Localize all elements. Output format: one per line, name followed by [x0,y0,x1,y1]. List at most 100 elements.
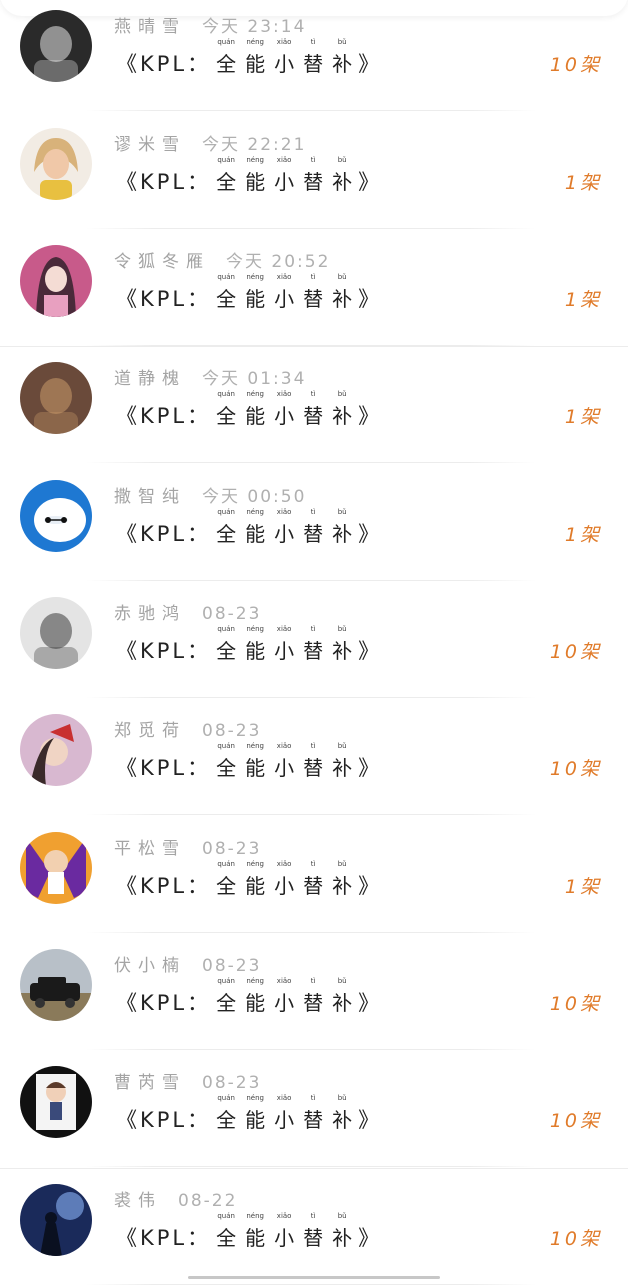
list-item[interactable]: 道静槐 今天 01:34 《KPL： quán 全 néng 能 xiǎo 小 tì 替 bǔ 补》 1架 [0,346,628,463]
user-name[interactable]: 裘伟 [114,1186,162,1211]
gift-count: 1架 [564,289,602,311]
avatar[interactable] [20,362,92,434]
work-title[interactable]: 《KPL： quán 全 néng 能 xiǎo 小 tì 替 bǔ 补》 [116,1212,379,1256]
name-line: 曹芮雪 08-23 [114,1068,261,1094]
title-char-text: 小 [274,1226,295,1250]
work-title[interactable]: 《KPL： quán 全 néng 能 xiǎo 小 tì 替 bǔ 补》 [116,156,379,200]
work-title[interactable]: 《KPL： quán 全 néng 能 xiǎo 小 tì 替 bǔ 补》 [116,508,379,552]
title-char-text: 替 [303,522,324,546]
user-name[interactable]: 赤驰鸿 [114,599,186,624]
timestamp: 08-23 [202,839,262,859]
avatar[interactable] [20,832,92,904]
list-item[interactable]: 裘伟 08-22 《KPL： quán 全 néng 能 xiǎo 小 tì 替 bǔ 补》 10架 [0,1168,628,1285]
timestamp: 今天 00:50 [202,487,307,507]
user-name[interactable]: 谬米雪 [114,130,186,155]
name-line: 郑觅荷 08-23 [114,716,261,742]
user-name[interactable]: 平松雪 [114,834,186,859]
avatar[interactable] [20,10,92,82]
title-char: tì 替 [299,625,327,664]
title-char-text: 能 [245,874,266,898]
user-name[interactable]: 撒智纯 [114,482,186,507]
title-char-text: 小 [274,1108,295,1132]
title-char-text: 补 [332,874,353,898]
title-char-text: 替 [303,639,324,663]
user-name[interactable]: 燕晴雪 [114,12,186,37]
title-char: bǔ 补 [328,860,356,899]
title-char: quán 全 [212,390,240,429]
work-title[interactable]: 《KPL： quán 全 néng 能 xiǎo 小 tì 替 bǔ 补》 [116,742,379,786]
user-name[interactable]: 道静槐 [114,364,186,389]
title-prefix: 《KPL： [116,52,212,76]
divider [86,462,536,463]
title-char: xiǎo 小 [270,38,298,77]
name-line: 伏小楠 08-23 [114,951,261,977]
avatar[interactable] [20,949,92,1021]
gift-count: 1架 [564,524,602,546]
work-title[interactable]: 《KPL： quán 全 néng 能 xiǎo 小 tì 替 bǔ 补》 [116,860,379,904]
title-prefix: 《KPL： [116,1108,212,1132]
name-line: 令狐冬雁 今天 20:52 [114,247,330,273]
avatar[interactable] [20,714,92,786]
list-item[interactable]: 曹芮雪 08-23 《KPL： quán 全 néng 能 xiǎo 小 tì 替 bǔ 补》 10架 [0,1050,628,1167]
user-name[interactable]: 郑觅荷 [114,716,186,741]
user-name[interactable]: 令狐冬雁 [114,247,210,272]
gift-count: 10架 [549,758,602,780]
work-title[interactable]: 《KPL： quán 全 néng 能 xiǎo 小 tì 替 bǔ 补》 [116,390,379,434]
title-char: néng 能 [241,273,269,312]
title-char: néng 能 [241,742,269,781]
title-char-text: 小 [274,287,295,311]
list-item[interactable]: 平松雪 08-23 《KPL： quán 全 néng 能 xiǎo 小 tì 替 bǔ 补》 1架 [0,816,628,933]
title-char-text: 补 [332,639,353,663]
list-item[interactable]: 令狐冬雁 今天 20:52 《KPL： quán 全 néng 能 xiǎo 小 tì 替 bǔ 补》 1… [0,229,628,346]
title-char-text: 全 [216,639,237,663]
timestamp: 08-23 [202,721,262,741]
name-line: 平松雪 08-23 [114,834,261,860]
title-char: bǔ 补 [328,38,356,77]
timestamp: 08-23 [202,1073,262,1093]
title-char: bǔ 补 [328,625,356,664]
title-char: xiǎo 小 [270,742,298,781]
title-char: tì 替 [299,508,327,547]
avatar[interactable] [20,245,92,317]
avatar[interactable] [20,1066,92,1138]
title-pinyin: bǔ [337,977,347,985]
title-char-text: 补 [332,1108,353,1132]
title-char-text: 补 [332,404,353,428]
title-char-text: 全 [216,991,237,1015]
divider [86,1166,536,1167]
list-item[interactable]: 撒智纯 今天 00:50 《KPL： quán 全 néng 能 xiǎo 小 tì 替 bǔ 补》 1架 [0,464,628,581]
title-char: xiǎo 小 [270,156,298,195]
avatar[interactable] [20,480,92,552]
list-item[interactable]: 郑觅荷 08-23 《KPL： quán 全 néng 能 xiǎo 小 tì 替 bǔ 补》 10架 [0,698,628,815]
title-char-text: 补 [332,522,353,546]
list-item[interactable]: 赤驰鸿 08-23 《KPL： quán 全 néng 能 xiǎo 小 tì 替 bǔ 补》 10架 [0,581,628,698]
avatar[interactable] [20,1184,92,1256]
work-title[interactable]: 《KPL： quán 全 néng 能 xiǎo 小 tì 替 bǔ 补》 [116,38,380,82]
title-char-text: 能 [245,287,266,311]
title-char-text: 全 [216,1108,237,1132]
title-char: tì 替 [299,390,327,429]
work-title[interactable]: 《KPL： quán 全 néng 能 xiǎo 小 tì 替 bǔ 补》 [116,273,379,317]
user-name[interactable]: 曹芮雪 [114,1068,186,1093]
title-char-text: 能 [245,1226,266,1250]
list-item[interactable]: 谬米雪 今天 22:21 《KPL： quán 全 néng 能 xiǎo 小 tì 替 bǔ 补》 1架 [0,112,628,229]
title-char-text: 小 [274,170,295,194]
title-char-text: 替 [303,170,324,194]
name-line: 撒智纯 今天 00:50 [114,482,306,508]
list-item[interactable]: 燕晴雪 今天 23:14 《KPL： quán 全 néng 能 xiǎo 小 tì 替 bǔ 补》 10… [0,0,628,111]
title-char-text: 全 [216,874,237,898]
work-title[interactable]: 《KPL： quán 全 néng 能 xiǎo 小 tì 替 bǔ 补》 [116,1094,379,1138]
list-item[interactable]: 伏小楠 08-23 《KPL： quán 全 néng 能 xiǎo 小 tì 替 bǔ 补》 10架 [0,933,628,1050]
title-char: quán 全 [212,273,240,312]
work-title[interactable]: 《KPL： quán 全 néng 能 xiǎo 小 tì 替 bǔ 补》 [116,625,379,669]
title-char: xiǎo 小 [270,977,298,1016]
avatar[interactable] [20,128,92,200]
title-char: néng 能 [241,977,269,1016]
avatar[interactable] [20,597,92,669]
user-name[interactable]: 伏小楠 [114,951,186,976]
title-char-text: 能 [245,522,266,546]
title-suffix: 》 [358,52,380,76]
title-prefix: 《KPL： [116,287,212,311]
work-title[interactable]: 《KPL： quán 全 néng 能 xiǎo 小 tì 替 bǔ 补》 [116,977,379,1021]
title-prefix: 《KPL： [116,991,212,1015]
